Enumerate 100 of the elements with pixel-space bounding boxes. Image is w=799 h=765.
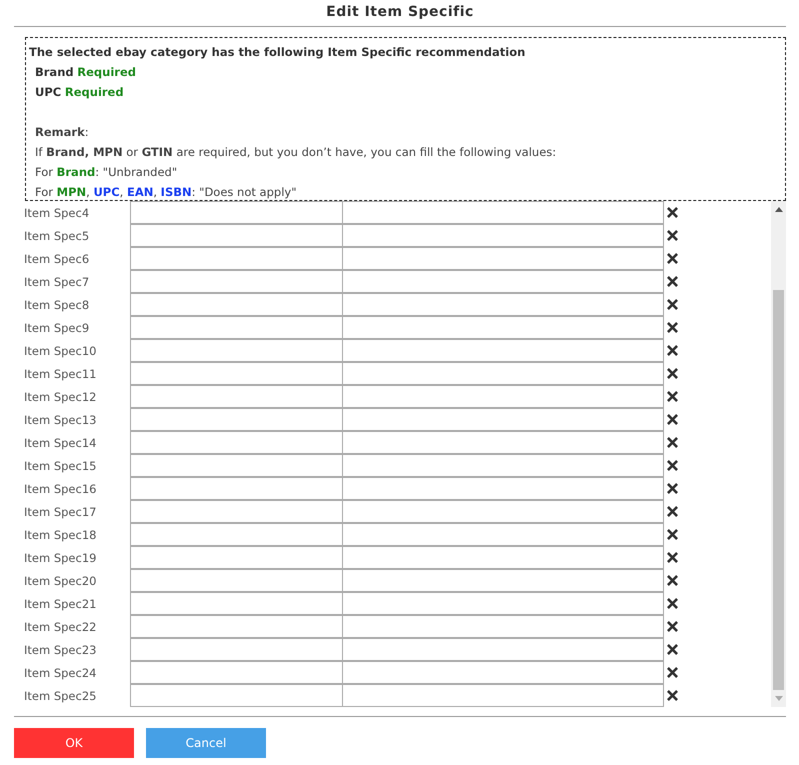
delete-icon[interactable] [667,483,678,494]
ok-button[interactable]: OK [14,728,134,758]
name-field[interactable] [130,638,343,661]
spec-label: Item Spec15 [24,458,98,472]
name-field[interactable] [130,431,343,454]
spec-label: Item Spec17 [24,504,98,518]
name-field[interactable] [130,408,343,431]
value-field[interactable] [342,592,664,615]
delete-icon[interactable] [667,276,678,287]
value-field[interactable] [342,247,664,270]
name-field[interactable] [130,546,343,569]
name-field[interactable] [130,224,343,247]
dialog-title: Edit Item Specific [325,3,475,22]
value-field[interactable] [342,293,664,316]
spec-label: Item Spec19 [24,550,98,564]
value-field[interactable] [342,408,664,431]
spec-label: Item Spec20 [24,574,98,588]
delete-icon[interactable] [667,391,678,402]
scrollbar[interactable] [771,201,786,707]
name-field[interactable] [130,500,343,523]
spec-label: Item Spec9 [24,320,90,334]
value-field[interactable] [342,454,664,477]
delete-icon[interactable] [667,667,678,678]
delete-icon[interactable] [667,552,678,563]
delete-icon[interactable] [667,345,678,356]
spec-label: Item Spec23 [24,642,98,656]
spec-label: Item Spec14 [24,436,98,450]
name-field[interactable] [130,684,343,707]
value-field[interactable] [342,201,664,224]
value-field[interactable] [342,523,664,546]
value-field[interactable] [342,615,664,638]
value-field[interactable] [342,546,664,569]
name-field[interactable] [130,569,343,592]
notice-heading: The selected ebay category has the following Item Specific recommendation [29,44,526,61]
scroll-up-icon[interactable] [774,207,782,212]
value-field[interactable] [342,684,664,707]
spec-label: Item Spec22 [24,620,98,634]
delete-icon[interactable] [667,207,678,218]
spec-label: Item Spec13 [24,412,98,426]
value-field[interactable] [342,661,664,684]
value-field[interactable] [342,339,664,362]
delete-icon[interactable] [667,598,678,609]
name-field[interactable] [130,362,343,385]
name-field[interactable] [130,523,343,546]
name-field[interactable] [130,339,343,362]
spec-label: Item Spec8 [24,298,90,312]
value-field[interactable] [342,362,664,385]
name-field[interactable] [130,385,343,408]
delete-icon[interactable] [667,644,678,655]
delete-icon[interactable] [667,529,678,540]
remark-label: Remark: [34,124,90,141]
remark-text: For MPN, UPC, EAN, ISBN: "Does not apply" [34,184,298,201]
delete-icon[interactable] [667,621,678,632]
delete-icon[interactable] [667,299,678,310]
requirement-line: UPC Required [34,84,125,101]
delete-icon[interactable] [667,437,678,448]
remark-text: If Brand, MPN or GTIN are required, but you don’t have, you can fill the following values: [34,144,558,161]
value-field[interactable] [342,316,664,339]
value-field[interactable] [342,477,664,500]
cancel-button[interactable]: Cancel [146,728,266,758]
requirement-line: Brand Required [34,64,137,81]
name-field[interactable] [130,477,343,500]
delete-icon[interactable] [667,322,678,333]
value-field[interactable] [342,224,664,247]
value-field[interactable] [342,270,664,293]
delete-icon[interactable] [667,506,678,517]
spec-label: Item Spec4 [24,206,90,220]
name-field[interactable] [130,270,343,293]
delete-icon[interactable] [667,368,678,379]
value-field[interactable] [342,431,664,454]
delete-icon[interactable] [667,230,678,241]
spec-label: Item Spec5 [24,228,90,242]
delete-icon[interactable] [667,690,678,701]
name-field[interactable] [130,592,343,615]
spec-label: Item Spec21 [24,596,98,610]
spec-label: Item Spec24 [24,666,98,680]
delete-icon[interactable] [667,460,678,471]
value-field[interactable] [342,385,664,408]
value-field[interactable] [342,569,664,592]
spec-label: Item Spec12 [24,390,98,404]
delete-icon[interactable] [667,414,678,425]
spec-label: Item Spec18 [24,528,98,542]
scrollbar-thumb[interactable] [773,290,784,690]
spec-label: Item Spec11 [24,366,98,380]
scroll-down-icon[interactable] [774,696,782,701]
delete-icon[interactable] [667,575,678,586]
name-field[interactable] [130,316,343,339]
spec-label: Item Spec25 [24,688,98,702]
delete-icon[interactable] [667,253,678,264]
value-field[interactable] [342,500,664,523]
name-field[interactable] [130,454,343,477]
name-field[interactable] [130,615,343,638]
name-field[interactable] [130,201,343,224]
name-field[interactable] [130,661,343,684]
value-field[interactable] [342,638,664,661]
name-field[interactable] [130,293,343,316]
spec-label: Item Spec10 [24,344,98,358]
spec-label: Item Spec7 [24,274,90,288]
remark-text: For Brand: "Unbranded" [34,164,178,181]
name-field[interactable] [130,247,343,270]
